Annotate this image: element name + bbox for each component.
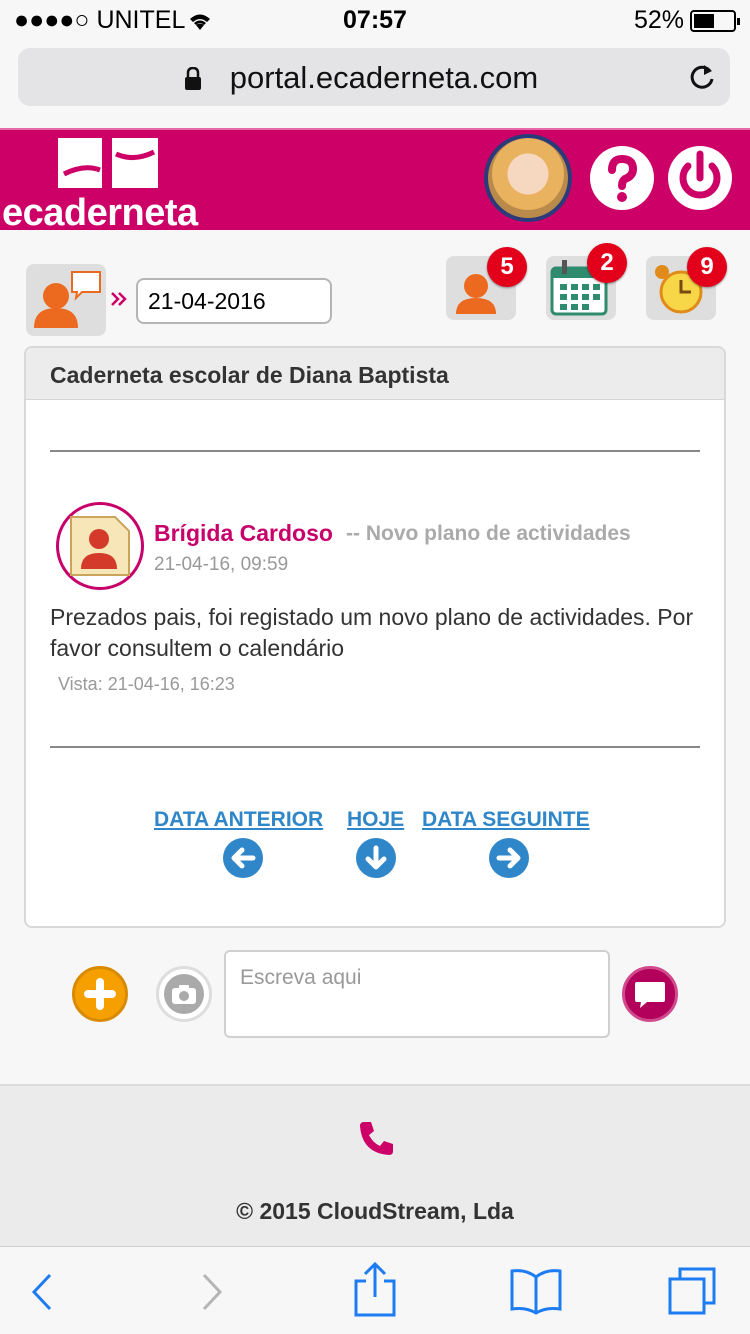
plus-icon <box>84 978 116 1010</box>
send-button[interactable] <box>622 966 678 1022</box>
tabs-icon[interactable] <box>666 1265 720 1319</box>
divider <box>50 450 700 452</box>
share-icon[interactable] <box>350 1261 400 1319</box>
forward-icon[interactable] <box>196 1271 226 1313</box>
teacher-chat-icon <box>34 271 101 328</box>
message-date: 21-04-16, 09:59 <box>154 554 289 575</box>
next-date-link[interactable]: DATA SEGUINTE <box>422 808 590 832</box>
arrow-right-icon <box>496 847 521 869</box>
address-bar[interactable]: portal.ecaderneta.com <box>18 48 730 106</box>
divider <box>50 746 700 748</box>
message-subject: -- Novo plano de actividades <box>346 522 631 545</box>
arrow-left-icon <box>231 847 256 869</box>
logout-button[interactable] <box>668 146 732 210</box>
url-text: portal.ecaderneta.com <box>229 60 539 95</box>
card-title: Caderneta escolar de Diana Baptista <box>50 362 449 388</box>
browser-toolbar <box>0 1246 750 1334</box>
status-bar: ●●●●○ UNITEL 07:57 52% <box>0 0 750 40</box>
calendar-badge: 2 <box>587 243 627 283</box>
logo-book-icon <box>58 138 158 188</box>
alarms-badge: 9 <box>687 247 727 287</box>
help-button[interactable] <box>590 146 654 210</box>
avatar[interactable] <box>484 134 572 222</box>
logo[interactable] <box>54 134 164 192</box>
battery-icon <box>690 10 740 32</box>
arrow-down-icon <box>365 845 387 870</box>
previous-date-button[interactable] <box>223 838 263 878</box>
bookmarks-icon[interactable] <box>508 1267 564 1317</box>
teacher-message-button[interactable] <box>26 264 106 336</box>
previous-date-link[interactable]: DATA ANTERIOR <box>154 808 323 832</box>
battery-percent: 52% <box>633 6 684 34</box>
chevron-right-double-icon <box>111 292 127 306</box>
user-document-icon <box>70 516 130 576</box>
author-avatar <box>56 502 144 590</box>
logo-text: ecaderneta <box>2 192 198 234</box>
app-header: ecaderneta <box>0 128 750 234</box>
today-button[interactable] <box>356 838 396 878</box>
next-date-button[interactable] <box>489 838 529 878</box>
camera-icon <box>172 985 196 1004</box>
chat-bubble-icon <box>635 982 665 1008</box>
add-button[interactable] <box>72 966 128 1022</box>
today-link[interactable]: HOJE <box>347 808 404 832</box>
camera-button[interactable] <box>156 966 212 1022</box>
footer: © 2015 CloudStream, Lda <box>0 1084 750 1246</box>
message-seen-status: Vista: 21-04-16, 16:23 <box>58 674 235 694</box>
message-body: Prezados pais, foi registado um novo pla… <box>50 604 694 661</box>
notebook-card: Caderneta escolar de Diana Baptista Bríg… <box>24 346 726 928</box>
message-author[interactable]: Brígida Cardoso <box>154 520 333 547</box>
message-input[interactable]: Escreva aqui <box>224 950 610 1038</box>
copyright-text: © 2015 CloudStream, Lda <box>236 1198 514 1224</box>
question-icon <box>608 154 638 202</box>
back-icon[interactable] <box>28 1271 58 1313</box>
card-header: Caderneta escolar de Diana Baptista <box>26 348 724 400</box>
date-field[interactable]: 21-04-2016 <box>136 278 332 324</box>
reload-icon[interactable] <box>688 62 716 92</box>
messages-badge: 5 <box>487 247 527 287</box>
phone-icon[interactable] <box>356 1118 396 1158</box>
power-icon <box>679 150 721 199</box>
